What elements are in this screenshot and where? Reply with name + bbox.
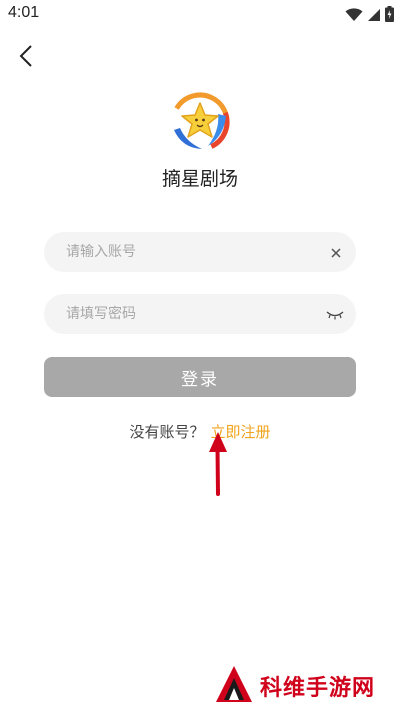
status-icons (345, 6, 394, 26)
chevron-left-icon (18, 44, 34, 72)
password-field (44, 294, 356, 334)
account-field (44, 232, 356, 272)
star-logo-icon (168, 90, 232, 154)
watermark-logo-icon (214, 664, 254, 708)
register-row: 没有账号？ 立即注册 (0, 421, 400, 442)
status-time: 4:01 (8, 4, 40, 21)
status-bar: 4:01 (0, 0, 400, 28)
login-button[interactable]: 登录 (44, 357, 356, 397)
eye-closed-icon (326, 305, 344, 324)
close-icon (331, 243, 341, 262)
battery-charging-icon (385, 6, 394, 26)
account-input[interactable] (44, 232, 314, 272)
password-input[interactable] (44, 294, 314, 334)
toggle-password-visibility-button[interactable] (324, 304, 346, 324)
watermark-text: 科维手游网 (260, 676, 376, 701)
clear-account-button[interactable] (326, 242, 346, 262)
wifi-icon (345, 7, 363, 26)
cellular-signal-icon (367, 7, 381, 26)
watermark: 科维手游网 (214, 664, 375, 708)
app-name: 摘星剧场 (161, 168, 238, 190)
register-prompt: 没有账号？ (129, 423, 205, 441)
annotation-arrow-icon (205, 430, 231, 500)
back-button[interactable] (12, 42, 40, 74)
